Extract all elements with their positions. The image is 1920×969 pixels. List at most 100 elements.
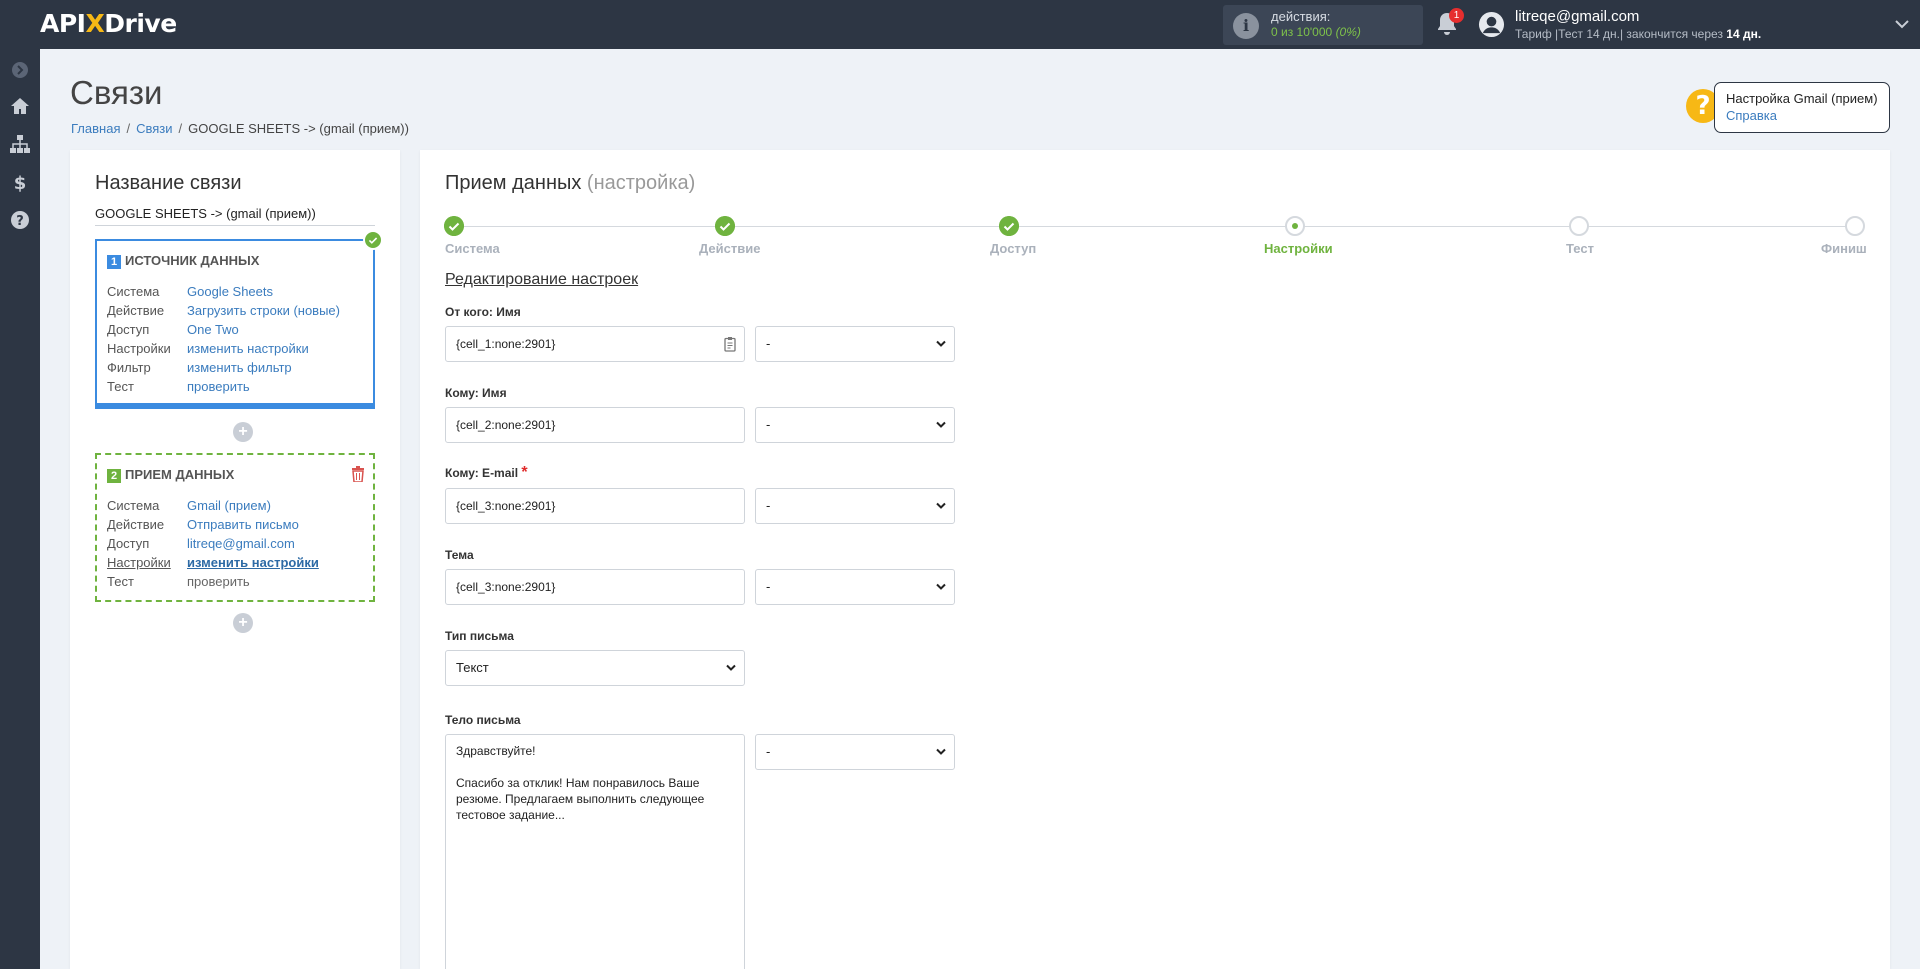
help-link[interactable]: Справка: [1726, 108, 1878, 123]
breadcrumb-current: GOOGLE SHEETS -> (gmail (прием)): [188, 121, 409, 136]
clipboard-icon[interactable]: [724, 337, 736, 352]
subject-select[interactable]: -: [755, 569, 955, 605]
settings-panel: Прием данных (настройка) Система Действи…: [420, 150, 1890, 969]
source-access-link[interactable]: One Two: [187, 322, 239, 337]
check-icon: [363, 230, 383, 250]
source-row-settings: Настройки изменить настройки: [107, 341, 309, 356]
expand-arrow-icon[interactable]: [9, 59, 31, 81]
sitemap-icon[interactable]: [9, 133, 31, 155]
source-row-action: Действие Загрузить строки (новые): [107, 303, 340, 318]
breadcrumb: Главная / Связи / GOOGLE SHEETS -> (gmail (п…: [71, 121, 409, 136]
step-label-finish: Финиш: [1821, 241, 1867, 256]
step-label-settings: Настройки: [1264, 241, 1333, 256]
receiver-row-test: Тест проверить: [107, 574, 250, 589]
source-action-link[interactable]: Загрузить строки (новые): [187, 303, 340, 318]
receiver-row-settings: Настройки изменить настройки: [107, 555, 319, 570]
to-name-select[interactable]: -: [755, 407, 955, 443]
step-system[interactable]: [444, 216, 464, 236]
source-row-filter: Фильтр изменить фильтр: [107, 360, 292, 375]
chevron-down-icon: [726, 664, 736, 671]
actions-count: 0 из 10'000 (0%): [1271, 25, 1361, 39]
body-textarea[interactable]: Здравствуйте! Спасибо за отклик! Нам пон…: [445, 734, 745, 969]
chevron-down-icon: [936, 421, 946, 428]
to-email-label: Кому: E-mail *: [445, 464, 528, 481]
chevron-down-icon[interactable]: [1894, 16, 1910, 32]
info-icon: i: [1233, 13, 1259, 39]
from-name-input[interactable]: {cell_1:none:2901}: [445, 326, 745, 362]
body-select[interactable]: -: [755, 734, 955, 770]
step-settings[interactable]: [1285, 216, 1305, 236]
receiver-test-link[interactable]: проверить: [187, 574, 250, 589]
to-name-label: Кому: Имя: [445, 386, 507, 400]
svg-text:?: ?: [16, 214, 24, 229]
step-label-system: Система: [445, 241, 500, 256]
subject-input[interactable]: {cell_3:none:2901}: [445, 569, 745, 605]
chevron-down-icon: [936, 583, 946, 590]
add-block-button-1[interactable]: +: [233, 422, 253, 442]
check-icon: [715, 216, 735, 236]
body-label: Тело письма: [445, 713, 521, 727]
step-label-action: Действие: [699, 241, 761, 256]
help-icon[interactable]: ?: [9, 209, 31, 231]
apixdrive-logo[interactable]: APIXDrive: [40, 9, 177, 38]
step-action[interactable]: [715, 216, 735, 236]
receiver-action-link[interactable]: Отправить письмо: [187, 517, 299, 532]
breadcrumb-connections[interactable]: Связи: [136, 121, 172, 136]
svg-text:$: $: [14, 173, 27, 193]
edit-settings-title: Редактирование настроек: [445, 271, 639, 288]
receiver-settings-link[interactable]: изменить настройки: [187, 555, 319, 570]
mail-type-select[interactable]: Текст: [445, 650, 745, 686]
dollar-icon[interactable]: $: [9, 171, 31, 193]
from-name-select[interactable]: -: [755, 326, 955, 362]
from-name-label: От кого: Имя: [445, 305, 521, 319]
step-access[interactable]: [999, 216, 1019, 236]
to-email-input[interactable]: {cell_3:none:2901}: [445, 488, 745, 524]
home-icon[interactable]: [9, 95, 31, 117]
to-name-input[interactable]: {cell_2:none:2901}: [445, 407, 745, 443]
source-filter-link[interactable]: изменить фильтр: [187, 360, 292, 375]
check-icon: [444, 216, 464, 236]
receiver-system-link[interactable]: Gmail (прием): [187, 498, 271, 513]
notification-badge: 1: [1449, 8, 1464, 23]
connection-name-input[interactable]: GOOGLE SHEETS -> (gmail (прием)): [95, 206, 375, 226]
receiver-row-system: Система Gmail (прием): [107, 498, 271, 513]
mail-type-label: Тип письма: [445, 629, 514, 643]
source-block[interactable]: 1 ИСТОЧНИК ДАННЫХ Система Google Sheets Де…: [95, 239, 375, 409]
source-test-link[interactable]: проверить: [187, 379, 250, 394]
top-bar: APIXDrive i действия: 0 из 10'000 (0%) 1…: [0, 0, 1920, 49]
step-finish[interactable]: [1845, 216, 1865, 236]
chevron-down-icon: [936, 340, 946, 347]
breadcrumb-home[interactable]: Главная: [71, 121, 120, 136]
user-plan: Тариф |Тест 14 дн.| закончится через 14 …: [1515, 27, 1762, 41]
actions-counter[interactable]: i действия: 0 из 10'000 (0%): [1223, 5, 1423, 45]
help-box: Настройка Gmail (прием) Справка: [1714, 82, 1890, 133]
panel-title: Прием данных (настройка): [445, 172, 696, 194]
user-avatar-icon[interactable]: [1478, 11, 1505, 38]
source-heading: 1 ИСТОЧНИК ДАННЫХ: [107, 253, 259, 269]
connection-panel: Название связи GOOGLE SHEETS -> (gmail (…: [70, 150, 400, 969]
step-label-access: Доступ: [990, 241, 1037, 256]
receiver-row-access: Доступ litreqe@gmail.com: [107, 536, 295, 551]
receiver-block[interactable]: 2 ПРИЕМ ДАННЫХ Система Gmail (прием) Дейст…: [95, 453, 375, 602]
sidebar: $ ?: [0, 49, 40, 969]
help-title: Настройка Gmail (прием): [1726, 91, 1878, 106]
receiver-row-action: Действие Отправить письмо: [107, 517, 299, 532]
source-row-system: Система Google Sheets: [107, 284, 274, 299]
source-settings-link[interactable]: изменить настройки: [187, 341, 309, 356]
chevron-down-icon: [936, 748, 946, 755]
step-test[interactable]: [1569, 216, 1589, 236]
actions-label: действия:: [1271, 9, 1331, 24]
receiver-access-link[interactable]: litreqe@gmail.com: [187, 536, 295, 551]
to-email-select[interactable]: -: [755, 488, 955, 524]
source-system-link[interactable]: Google Sheets: [187, 284, 273, 299]
add-block-button-2[interactable]: +: [233, 613, 253, 633]
subject-label: Тема: [445, 548, 474, 562]
check-icon: [999, 216, 1019, 236]
trash-icon[interactable]: [351, 466, 365, 482]
chevron-down-icon: [936, 502, 946, 509]
connection-name-title: Название связи: [95, 172, 242, 194]
user-email[interactable]: litreqe@gmail.com: [1515, 8, 1639, 25]
steps-line: [454, 226, 1859, 227]
source-row-test: Тест проверить: [107, 379, 250, 394]
receiver-heading: 2 ПРИЕМ ДАННЫХ: [107, 467, 234, 483]
